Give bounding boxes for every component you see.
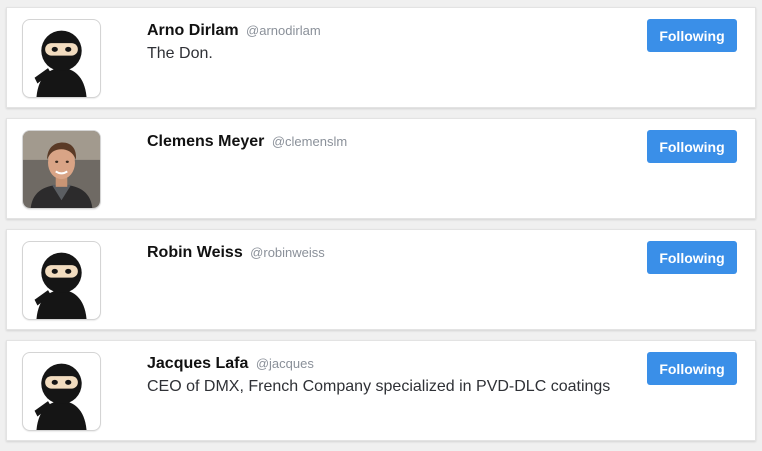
following-button[interactable]: Following (647, 19, 737, 52)
user-bio: CEO of DMX, French Company specialized i… (147, 378, 611, 395)
user-info: Jacques Lafa @jacques CEO of DMX, French… (147, 354, 615, 397)
user-handle[interactable]: @robinweiss (250, 245, 325, 260)
following-button[interactable]: Following (647, 130, 737, 163)
following-button[interactable]: Following (647, 241, 737, 274)
user-bio: The Don. (147, 45, 213, 62)
profile-photo[interactable] (22, 130, 101, 209)
user-handle[interactable]: @arnodirlam (246, 23, 321, 38)
user-name[interactable]: Robin Weiss (147, 244, 243, 261)
user-info: Clemens Meyer @clemenslm (147, 132, 615, 155)
ninja-avatar-icon[interactable] (22, 19, 101, 98)
user-card: Arno Dirlam @arnodirlam The Don. Followi… (6, 7, 756, 108)
user-name[interactable]: Arno Dirlam (147, 22, 239, 39)
user-card: Robin Weiss @robinweiss Following (6, 229, 756, 330)
following-list: Arno Dirlam @arnodirlam The Don. Followi… (0, 0, 762, 451)
ninja-avatar-icon[interactable] (22, 241, 101, 320)
user-info: Arno Dirlam @arnodirlam The Don. (147, 21, 615, 64)
user-handle[interactable]: @clemenslm (272, 134, 347, 149)
user-info: Robin Weiss @robinweiss (147, 243, 615, 266)
ninja-avatar-icon[interactable] (22, 352, 101, 431)
user-card: Clemens Meyer @clemenslm Following (6, 118, 756, 219)
user-name[interactable]: Jacques Lafa (147, 355, 248, 372)
user-name[interactable]: Clemens Meyer (147, 133, 264, 150)
following-button[interactable]: Following (647, 352, 737, 385)
user-card: Jacques Lafa @jacques CEO of DMX, French… (6, 340, 756, 441)
user-handle[interactable]: @jacques (256, 356, 314, 371)
